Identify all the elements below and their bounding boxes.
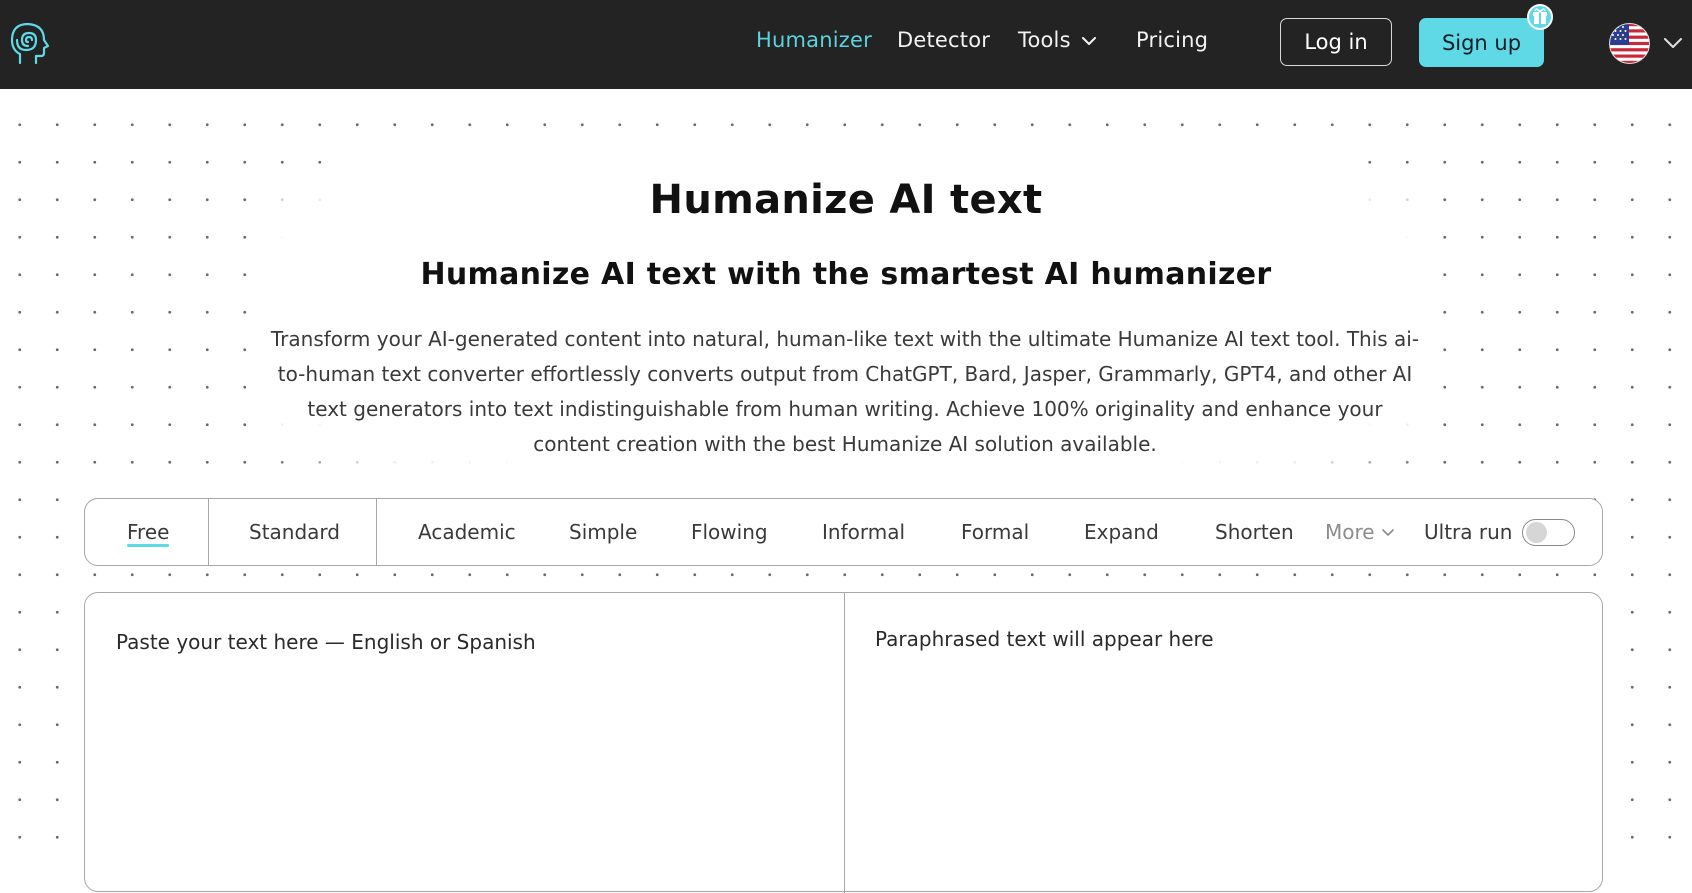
mode-shorten[interactable]: Shorten xyxy=(1215,520,1294,544)
toggle-knob xyxy=(1526,522,1547,543)
mode-divider xyxy=(376,499,377,565)
us-flag-icon[interactable] xyxy=(1609,23,1650,64)
mode-standard[interactable]: Standard xyxy=(249,520,340,544)
login-button[interactable]: Log in xyxy=(1280,18,1392,66)
selected-mode-underline xyxy=(127,544,169,547)
mode-selector-bar: Free Standard Academic Simple Flowing In… xyxy=(84,498,1603,566)
editor-panel: Paraphrased text will appear here xyxy=(84,592,1603,893)
mode-expand[interactable]: Expand xyxy=(1084,520,1159,544)
head-spiral-logo-icon[interactable] xyxy=(6,19,50,67)
ultra-run-toggle[interactable] xyxy=(1522,519,1575,546)
page-description: Transform your AI-generated content into… xyxy=(270,327,1420,456)
nav-detector[interactable]: Detector xyxy=(897,28,990,52)
page-subtitle: Humanize AI text with the smartest AI hu… xyxy=(420,257,1272,292)
mode-informal[interactable]: Informal xyxy=(822,520,905,544)
more-chevron-down-icon[interactable] xyxy=(1382,529,1394,536)
gift-icon[interactable] xyxy=(1527,4,1553,30)
input-text-area[interactable] xyxy=(86,594,842,884)
nav-pricing[interactable]: Pricing xyxy=(1136,28,1208,52)
page-title: Humanize AI text xyxy=(649,177,1043,223)
language-chevron-down-icon[interactable] xyxy=(1664,38,1682,49)
nav-tools[interactable]: Tools xyxy=(1018,28,1071,52)
more-modes-dropdown[interactable]: More xyxy=(1325,520,1375,544)
signup-button[interactable]: Sign up xyxy=(1419,18,1544,67)
mode-simple[interactable]: Simple xyxy=(569,520,637,544)
editor-divider xyxy=(844,593,845,893)
mode-academic[interactable]: Academic xyxy=(418,520,516,544)
mode-formal[interactable]: Formal xyxy=(961,520,1029,544)
top-navigation-bar: Humanizer Detector Tools Pricing Log in … xyxy=(0,0,1692,89)
output-placeholder: Paraphrased text will appear here xyxy=(875,627,1214,651)
nav-humanizer[interactable]: Humanizer xyxy=(756,28,872,52)
mode-free[interactable]: Free xyxy=(127,520,169,544)
tools-chevron-down-icon[interactable] xyxy=(1082,37,1096,46)
ultra-run-label: Ultra run xyxy=(1424,520,1513,544)
mode-divider xyxy=(208,499,209,565)
mode-flowing[interactable]: Flowing xyxy=(691,520,768,544)
